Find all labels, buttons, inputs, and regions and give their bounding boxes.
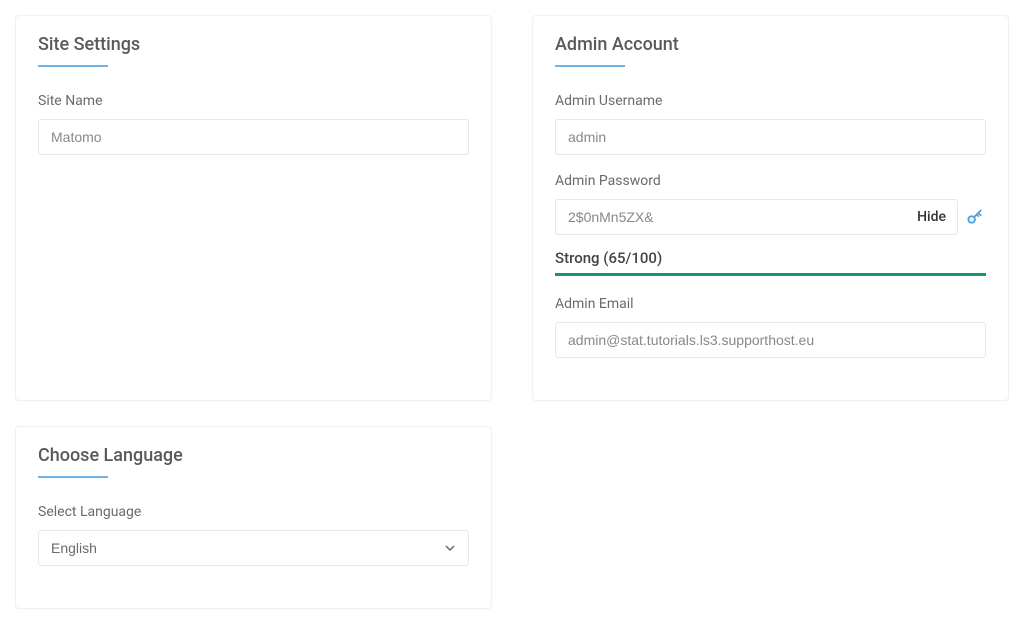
admin-username-label: Admin Username [555, 93, 986, 109]
site-name-field: Site Name [38, 93, 469, 155]
admin-email-field: Admin Email [555, 296, 986, 358]
admin-password-input[interactable] [555, 199, 958, 235]
site-settings-title: Site Settings [38, 34, 469, 55]
site-name-label: Site Name [38, 93, 469, 109]
choose-language-title: Choose Language [38, 445, 469, 466]
admin-password-label: Admin Password [555, 173, 986, 189]
admin-username-field: Admin Username [555, 93, 986, 155]
hide-password-toggle[interactable]: Hide [917, 209, 946, 225]
empty-cell [532, 426, 1009, 609]
admin-email-input[interactable] [555, 322, 986, 358]
choose-language-card: Choose Language Select Language English [15, 426, 492, 609]
select-language-label: Select Language [38, 504, 469, 520]
title-underline [555, 65, 625, 67]
site-settings-card: Site Settings Site Name [15, 15, 492, 401]
select-language-field: Select Language English [38, 504, 469, 566]
admin-account-title: Admin Account [555, 34, 986, 55]
title-underline [38, 476, 108, 478]
password-strength-label: Strong (65/100) [555, 249, 986, 267]
key-icon[interactable] [964, 206, 986, 228]
title-underline [38, 65, 108, 67]
password-strength-bar [555, 273, 986, 276]
admin-account-card: Admin Account Admin Username Admin Passw… [532, 15, 1009, 401]
select-language-input[interactable]: English [38, 530, 469, 566]
admin-username-input[interactable] [555, 119, 986, 155]
site-name-input[interactable] [38, 119, 469, 155]
admin-password-field: Admin Password Hide Strong (65/100) [555, 173, 986, 276]
admin-email-label: Admin Email [555, 296, 986, 312]
